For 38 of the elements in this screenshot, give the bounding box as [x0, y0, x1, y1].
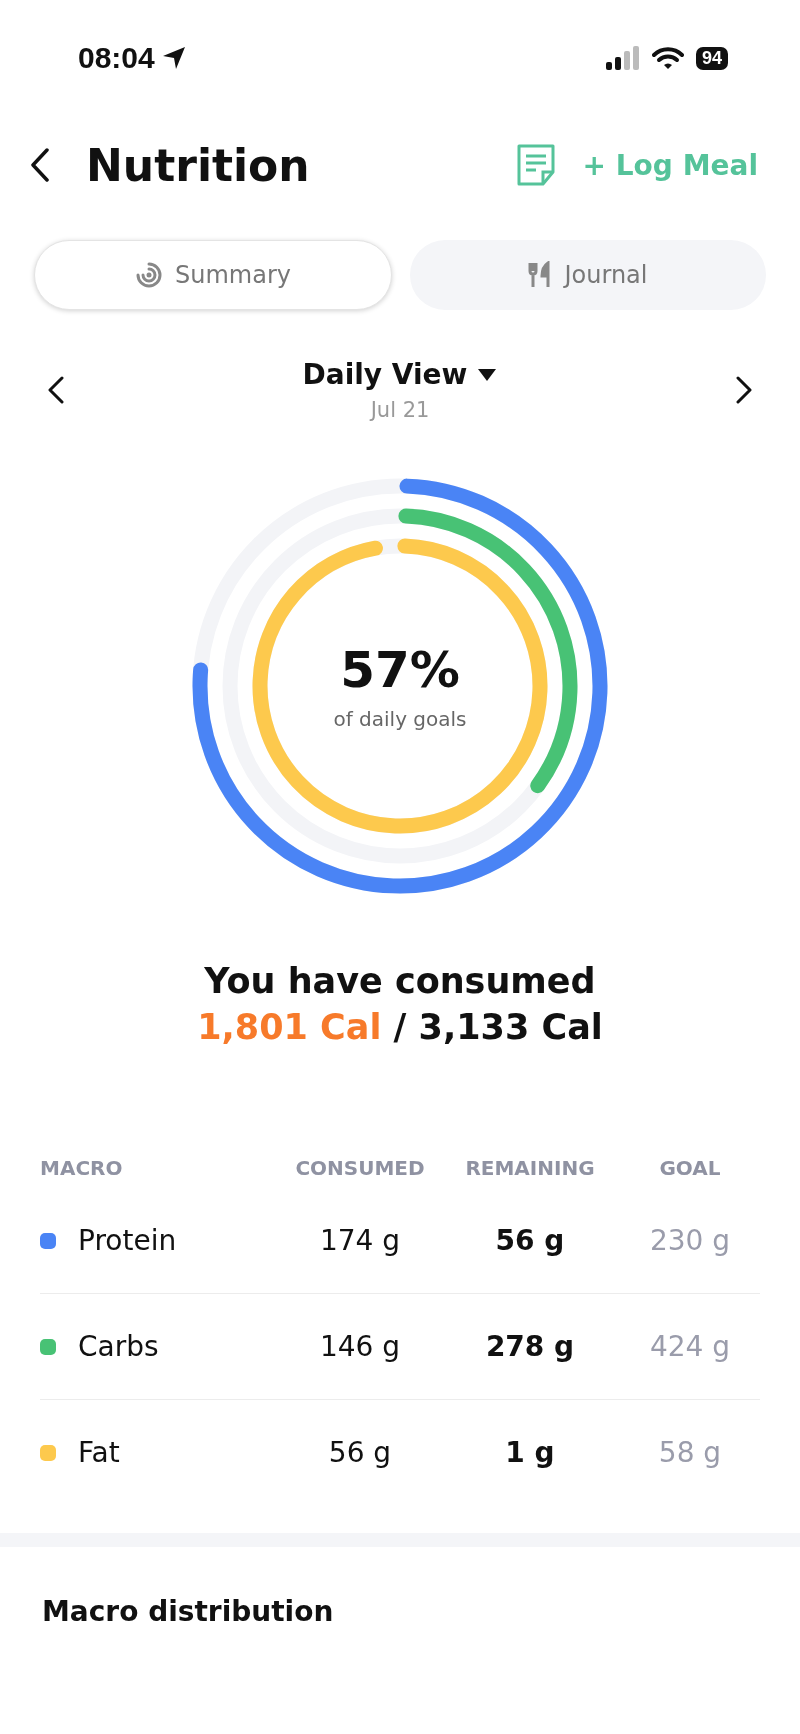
- signal-icon: [605, 46, 640, 70]
- column-header: REMAINING: [465, 1156, 595, 1180]
- goal-percent: 57%: [340, 641, 460, 699]
- column-header: CONSUMED: [295, 1156, 425, 1180]
- tab[interactable]: Summary: [34, 240, 392, 310]
- consumed-value: 56 g: [328, 1436, 392, 1469]
- consumed-value: 174 g: [319, 1224, 401, 1257]
- date-label: Jul 21: [370, 398, 430, 422]
- chevron-left-icon: [30, 148, 50, 182]
- remaining-value: 278 g: [485, 1330, 575, 1363]
- consumed-calories: 1,801 Cal: [197, 1007, 382, 1047]
- view-dropdown[interactable]: Daily View: [296, 357, 504, 392]
- goal-calories: 3,133 Cal: [418, 1007, 603, 1047]
- goal-value: 424 g: [649, 1330, 731, 1363]
- section-title: Macro distribution: [41, 1594, 335, 1630]
- fork-knife-icon: [528, 261, 553, 289]
- macro-name: Protein: [78, 1224, 177, 1257]
- goal-value: 58 g: [658, 1436, 722, 1469]
- goal-caption: of daily goals: [333, 707, 467, 731]
- macro-name: Fat: [78, 1436, 120, 1469]
- caret-down-icon: [477, 367, 498, 382]
- calorie-separator: /: [393, 1007, 407, 1047]
- remaining-value: 56 g: [495, 1224, 565, 1257]
- consumed-heading: You have consumed: [204, 961, 596, 1001]
- battery-level: 94: [695, 46, 728, 70]
- page-title: Nutrition: [86, 139, 311, 191]
- column-header: GOAL: [659, 1156, 721, 1180]
- tab[interactable]: Journal: [410, 240, 766, 310]
- macro-name: Carbs: [78, 1330, 159, 1363]
- wifi-icon: [651, 46, 684, 70]
- status-time: 08:04: [78, 41, 155, 75]
- remaining-value: 1 g: [505, 1436, 555, 1469]
- column-header: MACRO: [40, 1156, 123, 1180]
- spiral-icon: [135, 261, 163, 289]
- goal-value: 230 g: [649, 1224, 731, 1257]
- chevron-left-icon: [48, 375, 64, 404]
- consumed-value: 146 g: [319, 1330, 401, 1363]
- chevron-right-icon: [736, 375, 752, 404]
